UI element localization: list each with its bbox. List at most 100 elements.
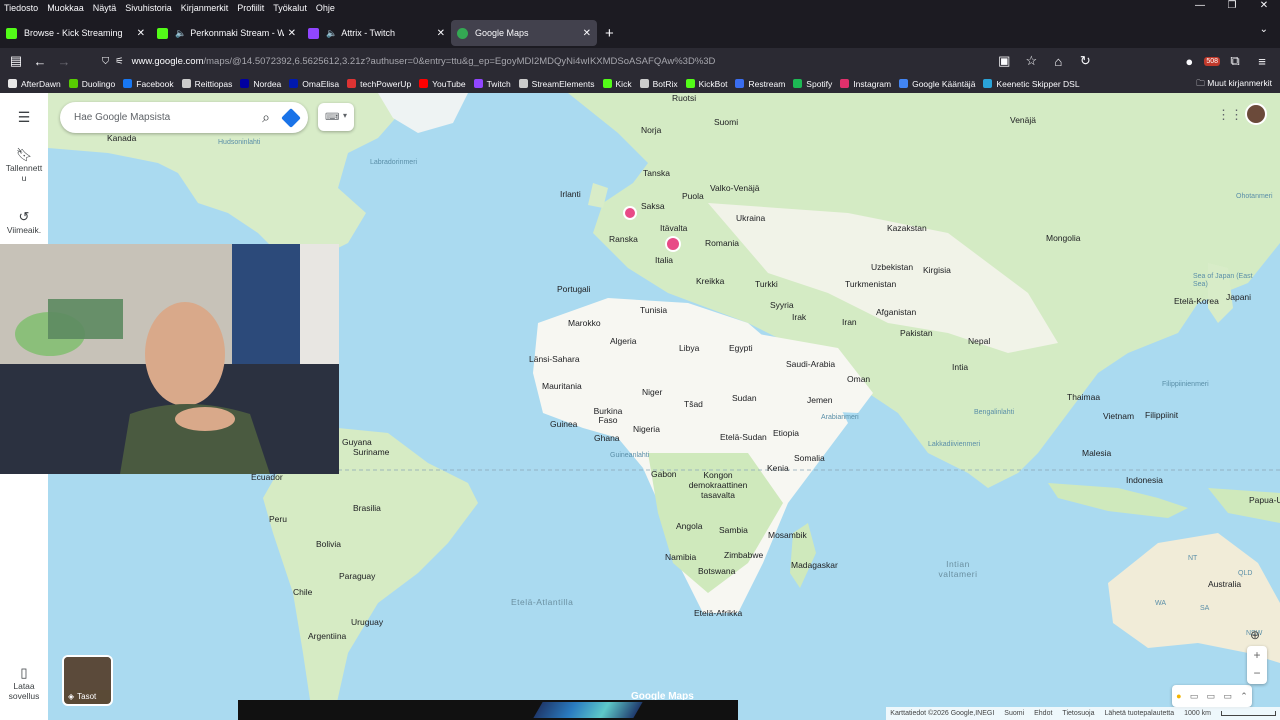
tab-kick-stream[interactable]: 🔈 Perkonmaki Stream - Watch ✕ — [151, 20, 302, 46]
map-label: Suriname — [353, 447, 390, 457]
close-icon[interactable]: ✕ — [583, 28, 591, 39]
close-window-button[interactable]: ✕ — [1248, 0, 1280, 11]
sidebar-toggle-icon[interactable]: ▤ — [4, 53, 28, 69]
close-icon[interactable]: ✕ — [137, 28, 145, 39]
restore-button[interactable]: ❐ — [1216, 0, 1248, 11]
zoom-in-icon[interactable]: + — [1247, 646, 1267, 664]
address-bar[interactable]: ⛉ ⚟ www.google.com/maps/@14.5072392,6.56… — [94, 50, 992, 72]
bookmark-item[interactable]: Kick — [602, 79, 632, 89]
extensions-icon[interactable]: ⧉ — [1223, 53, 1247, 69]
tab-kick-browse[interactable]: Browse - Kick Streaming ✕ — [0, 20, 151, 46]
chevron-down-icon[interactable]: ⌄ — [1260, 24, 1268, 35]
terms-link[interactable]: Ehdot — [1034, 710, 1052, 717]
feedback-link[interactable]: Lähetä tuotepalautetta — [1104, 710, 1174, 717]
minimize-button[interactable]: — — [1184, 0, 1216, 11]
layers-button[interactable]: ◈ Tasot — [62, 655, 113, 706]
menu-profiles[interactable]: Profiilit — [237, 3, 264, 13]
map-label: Paraguay — [339, 571, 376, 581]
forward-icon[interactable]: → — [52, 54, 76, 69]
other-bookmarks[interactable]: 🗀 Muut kirjanmerkit — [1196, 78, 1272, 92]
keyboard-icon: ⌨ — [325, 112, 340, 123]
star-icon[interactable]: ☆ — [1019, 53, 1043, 69]
kick-icon — [157, 27, 168, 39]
bookmark-item[interactable]: YouTube — [419, 79, 466, 89]
tab-title: Google Maps — [475, 28, 529, 38]
menu-history[interactable]: Sivuhistoria — [125, 3, 172, 13]
shield-icon[interactable]: ⛉ — [102, 56, 109, 67]
bookmark-item[interactable]: Twitch — [473, 79, 511, 89]
bookmark-item[interactable]: Google Kääntäjä — [899, 79, 975, 89]
apps-grid-icon[interactable]: ⋮⋮ — [1217, 107, 1243, 123]
menu-view[interactable]: Näytä — [93, 3, 117, 13]
account-icon[interactable]: ● — [1177, 54, 1201, 69]
zoom-out-icon[interactable]: − — [1247, 664, 1267, 682]
map-pin[interactable] — [665, 236, 681, 252]
bookmark-item[interactable]: Reittiopas — [181, 79, 232, 89]
adblock-badge[interactable]: 508 — [1204, 56, 1220, 66]
close-icon[interactable]: ✕ — [288, 28, 296, 39]
region-link[interactable]: Suomi — [1004, 710, 1024, 717]
menu-edit[interactable]: Muokkaa — [47, 3, 84, 13]
map-label: Kanada — [107, 133, 137, 143]
tab-google-maps[interactable]: Google Maps ✕ — [451, 20, 597, 46]
bookmark-item[interactable]: StreamElements — [518, 79, 595, 89]
privacy-link[interactable]: Tietosuoja — [1062, 710, 1094, 717]
map-label: Algeria — [610, 336, 637, 346]
bookmark-item[interactable]: OmaElisa — [289, 79, 339, 89]
hamburger-menu-icon[interactable]: ☰ — [0, 109, 48, 126]
twitch-icon — [308, 27, 319, 39]
bookmark-item[interactable]: Facebook — [123, 79, 174, 89]
map-type-icon[interactable]: ▭ — [1223, 691, 1232, 702]
bookmark-item[interactable]: techPowerUp — [347, 79, 411, 89]
input-tools-button[interactable]: ⌨ ▾ — [318, 103, 354, 131]
speaker-icon[interactable]: 🔈 — [326, 28, 337, 39]
bookmark-item[interactable]: Duolingo — [68, 79, 115, 89]
menu-bookmarks[interactable]: Kirjanmerkit — [181, 3, 229, 13]
menu-help[interactable]: Ohje — [316, 3, 335, 13]
avatar[interactable] — [1245, 103, 1267, 125]
search-input[interactable]: Hae Google Mapsista — [74, 112, 262, 123]
download-app-button[interactable]: ▯ Lataa sovellus — [0, 665, 48, 701]
bookmark-item[interactable]: AfterDawn — [8, 79, 61, 89]
map-label: Marokko — [568, 318, 601, 328]
maps-search-box[interactable]: Hae Google Mapsista ⌕ — [60, 102, 308, 133]
map-label: Turkmenistan — [845, 279, 897, 289]
bookmark-item[interactable]: KickBot — [685, 79, 727, 89]
close-icon[interactable]: ✕ — [437, 28, 445, 39]
home-icon[interactable]: ⌂ — [1046, 54, 1070, 69]
map-label: Nigeria — [633, 424, 660, 434]
map-label: Mauritania — [542, 381, 582, 391]
bookmark-item[interactable]: Restream — [735, 79, 785, 89]
search-icon[interactable]: ⌕ — [262, 109, 270, 126]
bookmark-item[interactable]: Spotify — [793, 79, 832, 89]
bookmark-item[interactable]: Instagram — [840, 79, 891, 89]
map-label: Vietnam — [1103, 411, 1135, 421]
phone-icon: ▯ — [20, 665, 28, 680]
expand-icon[interactable]: ⌃ — [1240, 691, 1248, 702]
map-type-icon[interactable]: ▭ — [1207, 691, 1216, 702]
reload-icon[interactable]: ↻ — [1073, 53, 1097, 69]
bookmark-item[interactable]: Nordea — [240, 79, 281, 89]
menu-tools[interactable]: Työkalut — [273, 3, 307, 13]
new-tab-icon[interactable]: + — [605, 25, 614, 42]
bookmark-favicon-icon — [419, 79, 429, 88]
recent-button[interactable]: ↺ Viimeaik. — [0, 209, 48, 235]
menu-file[interactable]: Tiedosto — [4, 3, 38, 13]
map-pin[interactable] — [623, 206, 637, 220]
tab-twitch[interactable]: 🔈 Attrix - Twitch ✕ — [302, 20, 451, 46]
back-icon[interactable]: ← — [28, 54, 52, 69]
bookmark-item[interactable]: Keenetic Skipper DSL — [983, 79, 1080, 89]
map-label: Sambia — [719, 525, 748, 535]
speaker-icon[interactable]: 🔈 — [175, 28, 186, 39]
chevron-down-icon[interactable]: ▾ — [343, 111, 347, 120]
saved-button[interactable]: 🔖︎ Tallennett u — [0, 147, 48, 183]
permissions-icon[interactable]: ⚟ — [115, 56, 124, 67]
my-location-icon[interactable]: ⊕ — [1250, 628, 1260, 642]
attribution-bar: Karttatiedot ©2026 Google,INEGI Suomi Eh… — [886, 707, 1280, 720]
map-type-icon[interactable]: ▭ — [1190, 691, 1199, 702]
reader-view-icon[interactable]: ▣ — [992, 53, 1016, 69]
menu-icon[interactable]: ≡ — [1250, 54, 1274, 69]
bookmark-item[interactable]: BotRix — [639, 79, 678, 89]
pegman-icon[interactable]: ● — [1176, 691, 1181, 701]
directions-icon[interactable] — [281, 107, 301, 128]
